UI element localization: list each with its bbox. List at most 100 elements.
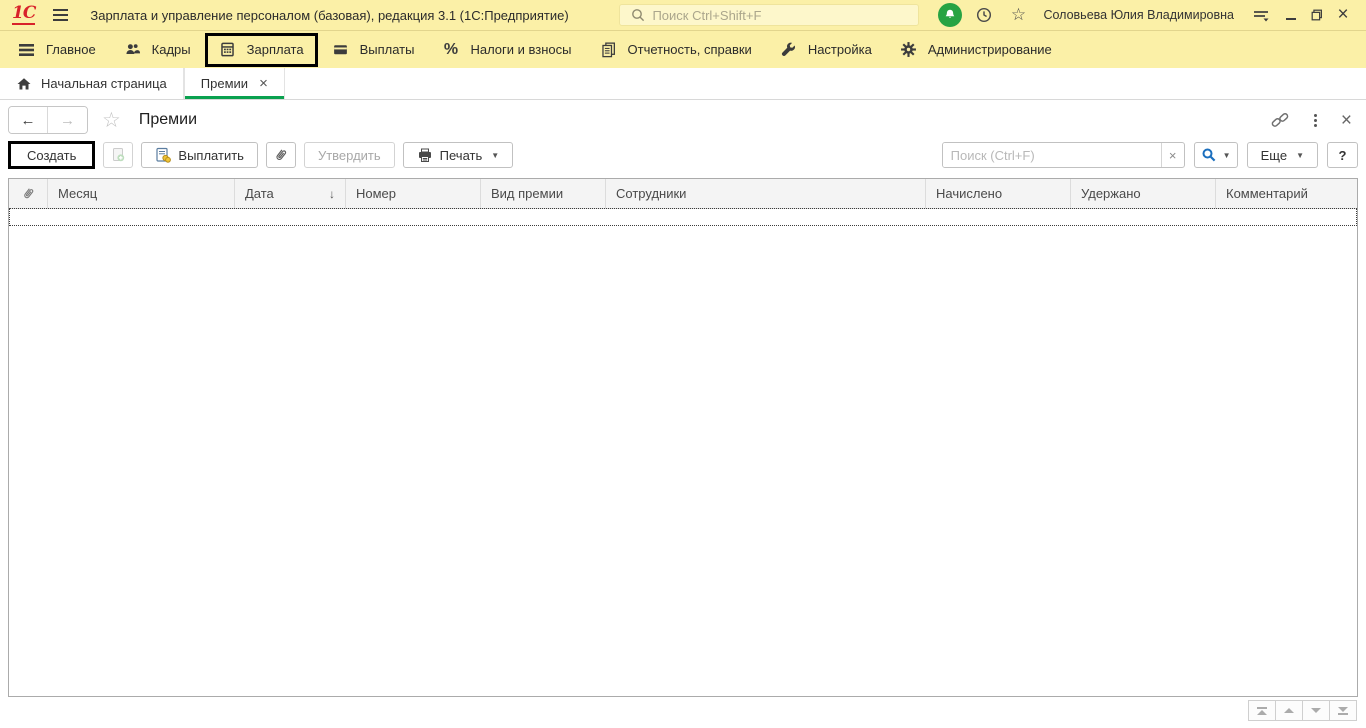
section-zarplata-highlighted[interactable]: Зарплата [204, 32, 318, 67]
premii-list-table[interactable]: Месяц Дата ↓ Номер Вид премии Сотрудники… [8, 178, 1358, 697]
column-employees[interactable]: Сотрудники [606, 179, 926, 208]
restore-button[interactable] [1304, 3, 1330, 27]
home-icon [16, 76, 32, 91]
percent-icon: % [443, 40, 459, 58]
copy-document-icon [111, 147, 126, 163]
page-title: Премии [138, 111, 197, 128]
form-header: ← → ☆ Премии × [0, 100, 1366, 140]
notifications-icon[interactable] [938, 3, 963, 27]
table-header-row: Месяц Дата ↓ Номер Вид премии Сотрудники… [9, 179, 1357, 209]
pay-document-icon [155, 147, 172, 163]
more-actions-button[interactable]: Еще ▼ [1246, 142, 1318, 168]
section-administrirovanie[interactable]: Администрирование [886, 33, 1066, 67]
get-link-icon[interactable] [1270, 111, 1290, 129]
attachments-button[interactable] [265, 142, 296, 168]
section-nastroyka[interactable]: Настройка [766, 33, 886, 67]
bank-card-icon [332, 41, 349, 58]
pay-button[interactable]: Выплатить [141, 142, 258, 168]
section-label: Настройка [807, 42, 872, 57]
close-form-icon[interactable]: × [1341, 111, 1352, 130]
section-label: Главное [46, 42, 96, 57]
column-date-sorted[interactable]: Дата ↓ [235, 179, 346, 208]
paperclip-icon [21, 186, 36, 201]
column-number[interactable]: Номер [346, 179, 481, 208]
scroll-down-button[interactable] [1302, 700, 1330, 721]
create-by-copy-button[interactable] [103, 142, 134, 168]
help-button[interactable]: ? [1327, 142, 1358, 168]
tab-label: Начальная страница [41, 76, 167, 91]
chevron-down-icon: ▼ [491, 150, 500, 160]
section-vyplaty[interactable]: Выплаты [318, 33, 429, 67]
column-bonus-kind[interactable]: Вид премии [481, 179, 606, 208]
tab-home[interactable]: Начальная страница [0, 68, 184, 99]
app-title: Зарплата и управление персоналом (базова… [90, 7, 569, 23]
minimize-button[interactable] [1278, 3, 1304, 27]
close-window-button[interactable]: × [1330, 3, 1356, 27]
table-body-empty[interactable] [9, 226, 1357, 696]
open-windows-tabbar: Начальная страница Премии × [0, 68, 1366, 100]
section-kadry[interactable]: Кадры [110, 33, 205, 67]
column-comment[interactable]: Комментарий [1216, 179, 1357, 208]
list-toolbar: Создать Выплатить Утвердить Печать ▼ Пои… [0, 140, 1366, 178]
column-label: Дата [245, 186, 274, 201]
scroll-to-top-button[interactable] [1248, 700, 1276, 721]
nav-forward-button[interactable]: → [48, 107, 87, 133]
column-attachments[interactable] [9, 179, 48, 208]
section-nalogi[interactable]: % Налоги и взносы [428, 33, 585, 67]
more-options-icon[interactable] [1312, 112, 1319, 129]
calculator-icon [219, 41, 236, 58]
add-favorite-star-icon[interactable]: ☆ [102, 108, 121, 133]
sections-panel: Главное Кадры Зарплата Выплаты % Налоги … [0, 30, 1366, 68]
list-search-input[interactable] [942, 143, 1161, 167]
tab-close-icon[interactable]: × [259, 76, 268, 91]
favorites-star-icon[interactable]: ☆ [1006, 3, 1030, 27]
gear-icon [900, 41, 917, 58]
print-button-label: Печать [439, 147, 483, 163]
column-withheld[interactable]: Удержано [1071, 179, 1216, 208]
report-pages-icon [600, 41, 617, 58]
clear-search-icon[interactable]: × [1160, 143, 1184, 167]
advanced-search-button[interactable]: ▼ [1193, 142, 1238, 168]
nav-back-button[interactable]: ← [9, 107, 48, 133]
1c-logo: 1С [12, 3, 36, 25]
section-label: Администрирование [927, 42, 1052, 57]
window-titlebar: 1С Зарплата и управление персоналом (баз… [0, 0, 1366, 30]
print-button[interactable]: Печать ▼ [402, 142, 514, 168]
sort-descending-icon: ↓ [329, 186, 335, 201]
column-month[interactable]: Месяц [48, 179, 235, 208]
tab-label: Премии [200, 76, 249, 91]
pay-button-label: Выплатить [178, 147, 244, 163]
main-menu-icon[interactable] [53, 9, 69, 21]
form-premii: ← → ☆ Премии × Создать Выплатить Утверди… [0, 100, 1366, 728]
service-menu-icon[interactable] [1249, 3, 1273, 27]
list-search-box[interactable]: × [941, 142, 1185, 168]
people-icon [124, 41, 141, 58]
scroll-up-button[interactable] [1275, 700, 1303, 721]
section-label: Отчетность, справки [627, 42, 752, 57]
current-user-name[interactable]: Соловьева Юлия Владимировна [1043, 8, 1234, 22]
chevron-down-icon: ▼ [1296, 150, 1304, 160]
section-label: Кадры [151, 42, 191, 57]
section-glavnoe[interactable]: Главное [4, 33, 110, 67]
search-icon [626, 3, 650, 27]
column-accrued[interactable]: Начислено [926, 179, 1071, 208]
chevron-down-icon: ▼ [1222, 150, 1231, 160]
create-button[interactable]: Создать [8, 141, 96, 169]
global-search-box[interactable] [619, 3, 920, 27]
approve-button[interactable]: Утвердить [303, 142, 395, 168]
section-label: Налоги и взносы [470, 42, 572, 57]
section-label: Выплаты [359, 42, 415, 57]
current-row-focus-rect[interactable] [9, 208, 1357, 226]
search-settings-icon [1201, 147, 1217, 163]
tab-premii-active[interactable]: Премии × [183, 68, 285, 99]
more-button-label: Еще [1260, 147, 1288, 163]
section-label: Зарплата [246, 42, 304, 57]
form-footer [0, 697, 1366, 728]
section-otchetnost[interactable]: Отчетность, справки [586, 33, 766, 67]
scroll-to-bottom-button[interactable] [1329, 700, 1357, 721]
paperclip-icon [273, 147, 289, 163]
global-search-input[interactable] [652, 7, 913, 23]
wrench-icon [780, 41, 797, 58]
menu-bars-icon [18, 41, 35, 58]
history-icon[interactable] [972, 3, 996, 27]
